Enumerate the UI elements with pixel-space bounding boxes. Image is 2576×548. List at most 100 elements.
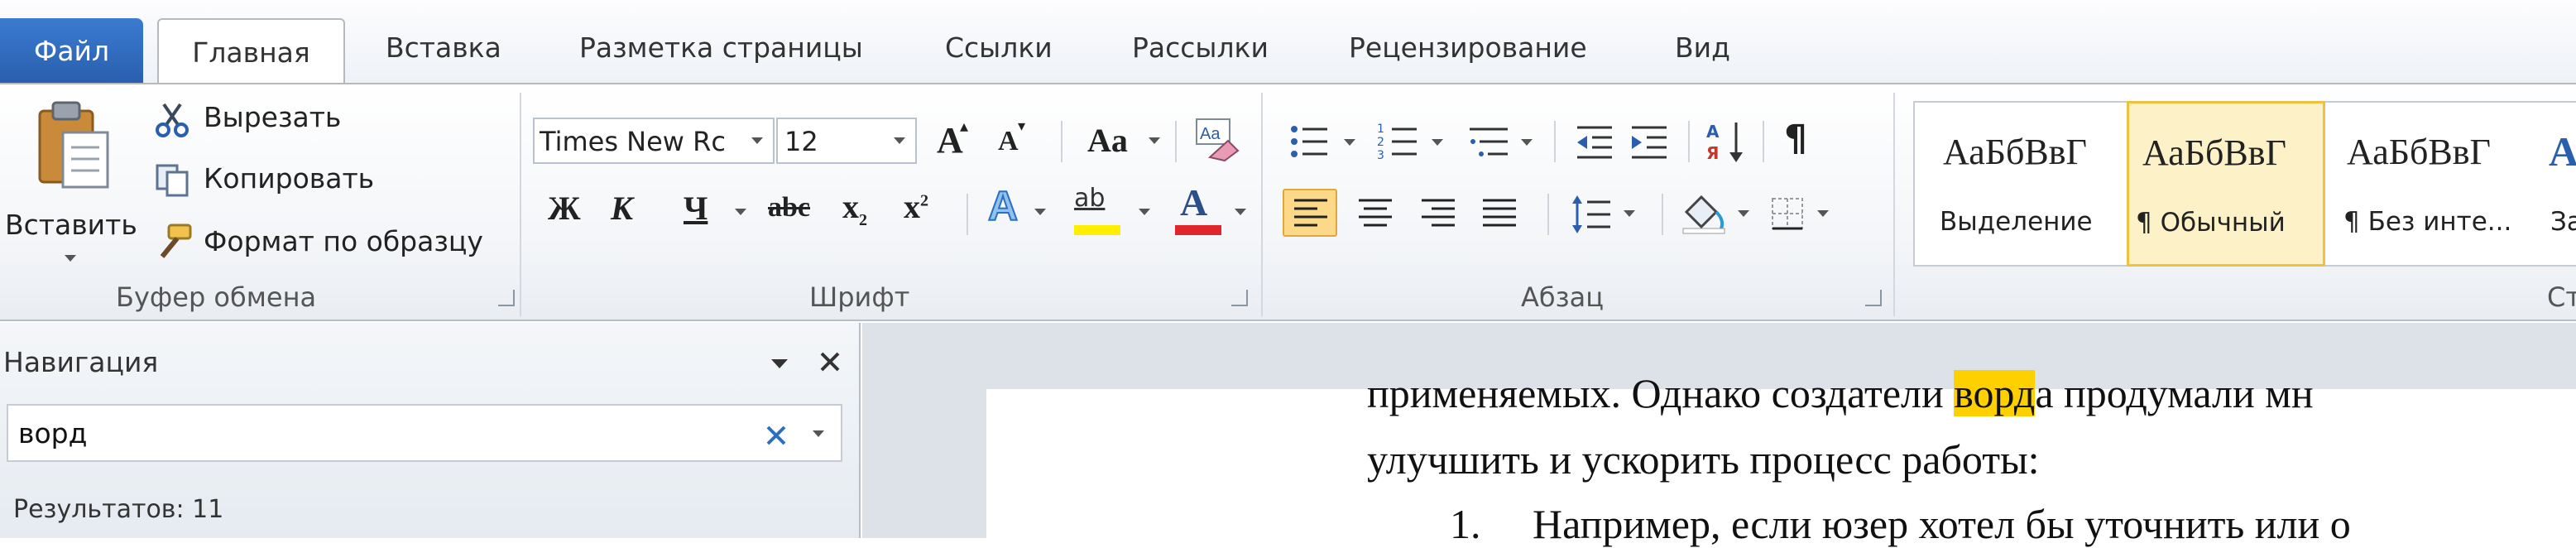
copy-label: Копировать [204, 162, 375, 195]
multilevel-dropdown-icon[interactable] [1521, 139, 1533, 146]
tab-file[interactable]: Файл [0, 18, 143, 83]
list-number: 1. [1450, 501, 1481, 547]
shrink-font-button[interactable]: A ▾ [990, 118, 1036, 164]
sort-icon[interactable]: А Я [1706, 119, 1748, 164]
tab-review[interactable]: Рецензирование [1349, 31, 1587, 64]
format-painter-button[interactable]: Формат по образцу [154, 224, 510, 265]
grow-caret-icon: ▴ [960, 116, 969, 136]
style-heading[interactable]: Aa Заг [2545, 103, 2576, 265]
style-no-spacing[interactable]: АаБбВвГ ¶ Без инте... [2332, 103, 2539, 265]
grow-font-button[interactable]: A ▴ [930, 116, 976, 164]
shading-icon[interactable] [1680, 190, 1729, 235]
navigation-title: Навигация [3, 346, 159, 378]
subscript-button[interactable]: x2 [842, 187, 867, 230]
text-effects-button[interactable]: A [987, 182, 1019, 230]
search-options-icon[interactable] [813, 430, 824, 437]
superscript-icon: x [904, 188, 920, 225]
shading-dropdown-icon[interactable] [1738, 210, 1749, 217]
copy-icon [156, 164, 189, 197]
line-spacing-icon[interactable] [1569, 194, 1614, 235]
style-sample: Aa [2549, 128, 2576, 175]
clear-formatting-icon[interactable]: Aa [1192, 116, 1241, 162]
search-document-field[interactable]: ворд [7, 404, 842, 462]
cut-label: Вырезать [204, 101, 342, 133]
font-name-dropdown[interactable]: Times New Rc [533, 118, 775, 164]
font-color-swatch [1175, 225, 1221, 235]
chevron-down-icon [751, 137, 763, 144]
underline-dropdown-icon[interactable] [735, 209, 746, 215]
shrink-font-icon: A [998, 126, 1019, 156]
style-label: ¶ Без инте... [2343, 207, 2512, 237]
cut-button[interactable]: Вырезать [154, 99, 369, 141]
document-line-3: Например, если юзер хотел бы уточнить ил… [1533, 501, 2351, 547]
borders-icon[interactable] [1769, 195, 1806, 232]
italic-button[interactable]: К [611, 189, 633, 228]
style-sample: АаБбВвГ [1943, 132, 2087, 172]
tab-view[interactable]: Вид [1675, 31, 1730, 64]
pane-options-icon[interactable] [771, 359, 788, 368]
paste-dropdown-icon [65, 255, 76, 262]
search-highlight: ворд [1954, 370, 2036, 416]
paste-button[interactable]: Вставить [0, 91, 145, 265]
svg-text:Я: Я [1706, 143, 1719, 163]
text-effects-dropdown-icon[interactable] [1034, 209, 1046, 215]
style-sample: АаБбВвГ [2347, 132, 2491, 172]
change-case-button[interactable]: Aa [1084, 118, 1167, 164]
font-group-label: Шрифт [809, 281, 910, 313]
navigation-pane: Навигация ворд Результатов: 11 [0, 323, 861, 538]
style-emphasis[interactable]: АаБбВвГ Выделение [1915, 103, 2122, 265]
borders-dropdown-icon[interactable] [1817, 210, 1829, 217]
document-line-1: применяемых. Однако создатели ворда прод… [1367, 369, 2314, 417]
tab-home[interactable]: Главная [157, 18, 345, 84]
underline-button[interactable]: Ч [684, 189, 708, 228]
font-size-dropdown[interactable]: 12 [776, 118, 917, 164]
style-label: Заг [2550, 207, 2576, 237]
results-count: Результатов: 11 [13, 495, 224, 524]
bullets-icon[interactable] [1288, 121, 1332, 162]
svg-text:Aa: Aa [1200, 125, 1221, 143]
font-color-icon: A [1180, 181, 1208, 224]
tab-insert[interactable]: Вставка [386, 31, 501, 64]
show-formatting-marks-button[interactable]: ¶ [1784, 118, 1807, 160]
style-normal[interactable]: АаБбВвГ ¶ Обычный [2127, 101, 2325, 267]
tab-references[interactable]: Ссылки [945, 31, 1053, 64]
close-icon[interactable] [818, 349, 842, 374]
font-launcher-icon[interactable] [1231, 290, 1248, 306]
numbering-dropdown-icon[interactable] [1432, 139, 1443, 146]
decrease-indent-icon[interactable] [1574, 121, 1615, 162]
strikethrough-button[interactable]: abc [768, 192, 810, 224]
align-left-button[interactable] [1283, 189, 1337, 237]
font-color-dropdown-icon[interactable] [1235, 209, 1246, 215]
bold-button[interactable]: Ж [548, 189, 581, 228]
bullets-dropdown-icon[interactable] [1344, 139, 1355, 146]
highlight-button[interactable]: ab [1074, 184, 1124, 237]
font-color-button[interactable]: A [1175, 180, 1225, 237]
tab-page-layout[interactable]: Разметка страницы [579, 31, 863, 64]
style-label: ¶ Обычный [2136, 208, 2286, 238]
chevron-down-icon [1149, 137, 1160, 144]
increase-indent-icon[interactable] [1629, 121, 1670, 162]
scissors-icon [156, 103, 189, 137]
copy-button[interactable]: Копировать [154, 161, 402, 202]
multilevel-list-icon[interactable] [1465, 121, 1514, 162]
search-input[interactable]: ворд [18, 417, 87, 449]
shrink-caret-icon: ▾ [1018, 118, 1026, 135]
superscript-button[interactable]: x2 [904, 187, 928, 226]
highlight-dropdown-icon[interactable] [1139, 209, 1150, 215]
clear-search-icon[interactable] [765, 424, 788, 447]
tab-mailings[interactable]: Рассылки [1132, 31, 1269, 64]
grow-font-icon: A [937, 120, 963, 161]
separator [1688, 121, 1690, 162]
align-right-icon[interactable] [1420, 197, 1456, 230]
group-separator [1893, 93, 1895, 316]
line-spacing-dropdown-icon[interactable] [1624, 210, 1635, 217]
align-center-icon[interactable] [1357, 197, 1394, 230]
ribbon: Вставить Вырезать Копировать Формат по о… [0, 83, 2576, 321]
style-sample: АаБбВвГ [2142, 132, 2286, 173]
chevron-down-icon [894, 137, 905, 144]
numbering-icon[interactable]: 1 2 3 [1377, 121, 1422, 162]
paragraph-launcher-icon[interactable] [1865, 290, 1882, 306]
justify-icon[interactable] [1481, 197, 1518, 230]
separator [1061, 121, 1063, 162]
clipboard-launcher-icon[interactable] [498, 290, 515, 306]
